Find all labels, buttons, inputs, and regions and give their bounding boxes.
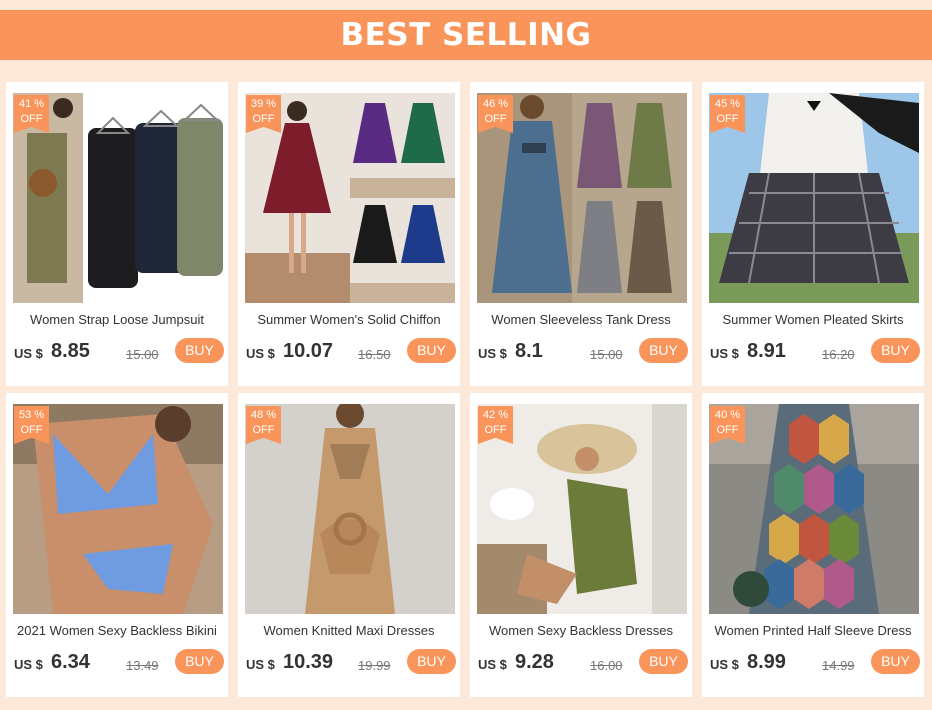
discount-off-label: OFF — [716, 113, 739, 125]
discount-percent: 46 % — [482, 98, 509, 110]
product-card[interactable]: 48 % OFF Women Knitted Maxi Dresses US $… — [238, 393, 460, 697]
buy-button[interactable]: BUY — [175, 338, 224, 363]
buy-button[interactable]: BUY — [639, 338, 688, 363]
product-name[interactable]: Summer Women Pleated Skirts — [702, 312, 924, 327]
product-name[interactable]: Women Strap Loose Jumpsuit — [6, 312, 228, 327]
currency-label: US $ — [710, 657, 739, 672]
product-card[interactable]: 46 % OFF Women Sleeveless Tank Dress US … — [470, 82, 692, 386]
buy-button[interactable]: BUY — [871, 338, 920, 363]
product-photo-chiffon[interactable]: 39 % OFF — [245, 93, 455, 303]
discount-off-label: OFF — [716, 424, 739, 436]
original-price: 13.49 — [126, 658, 159, 673]
sale-price: 8.99 — [747, 651, 786, 673]
product-photo-jumpsuit[interactable]: 41 % OFF — [13, 93, 223, 303]
buy-button[interactable]: BUY — [407, 649, 456, 674]
original-price: 19.99 — [358, 658, 391, 673]
price-row: US $ 9.28 16.00 BUY — [478, 649, 688, 677]
original-price: 16.50 — [358, 347, 391, 362]
discount-percent: 45 % — [714, 98, 741, 110]
sale-price: 6.34 — [51, 651, 90, 673]
currency-label: US $ — [246, 346, 275, 361]
product-photo-backless-dress[interactable]: 42 % OFF — [477, 404, 687, 614]
buy-button[interactable]: BUY — [639, 649, 688, 674]
product-card[interactable]: 40 % OFF Women Printed Half Sleeve Dress… — [702, 393, 924, 697]
discount-off-label: OFF — [252, 113, 275, 125]
buy-button[interactable]: BUY — [871, 649, 920, 674]
price-row: US $ 8.85 15.00 BUY — [14, 338, 224, 366]
product-photo-tank-dress[interactable]: 46 % OFF — [477, 93, 687, 303]
buy-button[interactable]: BUY — [175, 649, 224, 674]
sale-price: 8.85 — [51, 340, 90, 362]
product-grid: 41 % OFF Women Strap Loose Jumpsuit US $… — [0, 0, 932, 710]
discount-percent: 48 % — [250, 409, 277, 421]
product-name[interactable]: Women Sexy Backless Dresses — [470, 623, 692, 638]
product-card[interactable]: 39 % OFF Summer Women's Solid Chiffon US… — [238, 82, 460, 386]
discount-percent: 42 % — [482, 409, 509, 421]
currency-label: US $ — [14, 657, 43, 672]
price-row: US $ 8.1 15.00 BUY — [478, 338, 688, 366]
original-price: 16.00 — [590, 658, 623, 673]
product-name[interactable]: Women Knitted Maxi Dresses — [238, 623, 460, 638]
price-row: US $ 10.07 16.50 BUY — [246, 338, 456, 366]
currency-label: US $ — [246, 657, 275, 672]
discount-off-label: OFF — [20, 424, 43, 436]
currency-label: US $ — [14, 346, 43, 361]
sale-price: 8.1 — [515, 340, 543, 362]
original-price: 14.99 — [822, 658, 855, 673]
price-row: US $ 8.91 16.20 BUY — [710, 338, 920, 366]
product-photo-bikini[interactable]: 53 % OFF — [13, 404, 223, 614]
sale-price: 10.39 — [283, 651, 334, 673]
discount-off-label: OFF — [484, 424, 507, 436]
sale-price: 10.07 — [283, 340, 334, 362]
currency-label: US $ — [478, 346, 507, 361]
price-row: US $ 10.39 19.99 BUY — [246, 649, 456, 677]
discount-percent: 39 % — [250, 98, 277, 110]
product-card[interactable]: 41 % OFF Women Strap Loose Jumpsuit US $… — [6, 82, 228, 386]
discount-percent: 53 % — [18, 409, 45, 421]
price-row: US $ 8.99 14.99 BUY — [710, 649, 920, 677]
product-name[interactable]: Summer Women's Solid Chiffon — [238, 312, 460, 327]
sale-price: 9.28 — [515, 651, 554, 673]
discount-percent: 40 % — [714, 409, 741, 421]
original-price: 15.00 — [126, 347, 159, 362]
product-name[interactable]: Women Sleeveless Tank Dress — [470, 312, 692, 327]
product-photo-printed-dress[interactable]: 40 % OFF — [709, 404, 919, 614]
discount-off-label: OFF — [484, 113, 507, 125]
discount-off-label: OFF — [252, 424, 275, 436]
product-photo-pleated-skirt[interactable]: 45 % OFF — [709, 93, 919, 303]
buy-button[interactable]: BUY — [407, 338, 456, 363]
original-price: 15.00 — [590, 347, 623, 362]
original-price: 16.20 — [822, 347, 855, 362]
product-name[interactable]: Women Printed Half Sleeve Dress — [702, 623, 924, 638]
product-card[interactable]: 45 % OFF Summer Women Pleated Skirts US … — [702, 82, 924, 386]
product-card[interactable]: 42 % OFF Women Sexy Backless Dresses US … — [470, 393, 692, 697]
sale-price: 8.91 — [747, 340, 786, 362]
discount-percent: 41 % — [18, 98, 45, 110]
product-name[interactable]: 2021 Women Sexy Backless Bikini — [6, 623, 228, 638]
currency-label: US $ — [478, 657, 507, 672]
product-photo-knitted-dress[interactable]: 48 % OFF — [245, 404, 455, 614]
product-card[interactable]: 53 % OFF 2021 Women Sexy Backless Bikini… — [6, 393, 228, 697]
price-row: US $ 6.34 13.49 BUY — [14, 649, 224, 677]
discount-off-label: OFF — [20, 113, 43, 125]
currency-label: US $ — [710, 346, 739, 361]
